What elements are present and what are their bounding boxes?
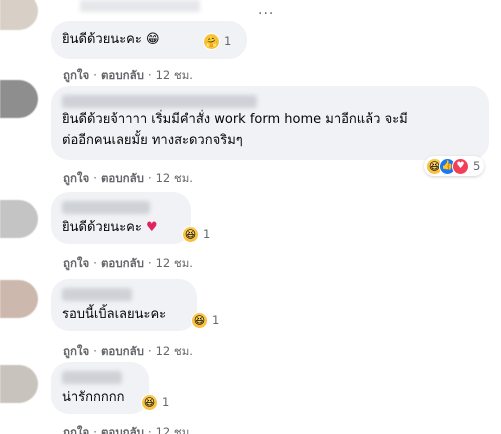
comment-bubble-1: ยินดีด้วยนะคะ 😁 🤗 1 [51, 21, 247, 59]
reply-link[interactable]: ตอบกลับ [101, 256, 144, 270]
comment-actions-1: ถูกใจ · ตอบกลับ · 12 ชม. [63, 67, 193, 85]
commenter-name-blurred[interactable] [62, 95, 257, 108]
separator-dot: · [93, 344, 97, 358]
separator-dot: · [147, 425, 152, 434]
comment-actions-2: ถูกใจ · ตอบกลับ · 12 ชม. [63, 170, 193, 188]
comment-actions-3: ถูกใจ · ตอบกลับ · 12 ชม. [63, 255, 193, 273]
reply-link[interactable]: ตอบกลับ [101, 425, 144, 434]
avatar-2[interactable] [0, 80, 38, 118]
avatar-4[interactable] [0, 280, 38, 318]
separator-dot: · [93, 256, 97, 270]
reaction-count-1: 1 [224, 34, 232, 48]
reaction-count-3: 1 [203, 227, 211, 241]
comment-text-1: ยินดีด้วยนะคะ 😁 [62, 32, 160, 47]
commenter-name-blurred[interactable] [62, 201, 150, 214]
comment-text-4: รอบนี้เบิ้ลเลยนะคะ [62, 307, 167, 322]
reply-link[interactable]: ตอบกลับ [101, 344, 144, 358]
comment-bubble-2: ยินดีด้วยจ้าาาา เริ่มมีคำสั่ง work form … [51, 86, 489, 160]
comment-actions-4: ถูกใจ · ตอบกลับ · 12 ชม. [63, 343, 193, 361]
haha-icon: 😆 [141, 393, 158, 411]
separator-dot: · [147, 171, 152, 185]
timestamp[interactable]: 12 ชม. [156, 171, 193, 185]
top-avatar[interactable] [0, 0, 38, 30]
grin-emoji: 😁 [146, 32, 160, 47]
comment-bubble-4: รอบนี้เบิ้ลเลยนะคะ 😆 1 [51, 279, 219, 331]
comment-text-3: ยินดีด้วยนะคะ ♥ [62, 220, 158, 235]
reaction-count-5: 1 [162, 395, 170, 409]
comment-actions-5: ถูกใจ · ตอบกลับ · 12 ชม. [63, 424, 193, 434]
like-link[interactable]: ถูกใจ [63, 256, 89, 270]
like-link[interactable]: ถูกใจ [63, 425, 89, 434]
haha-icon: 😆 [182, 225, 199, 243]
like-link[interactable]: ถูกใจ [63, 171, 89, 185]
timestamp[interactable]: 12 ชม. [156, 256, 193, 270]
reaction-summary-5[interactable]: 😆 1 [141, 392, 169, 412]
reply-link[interactable]: ตอบกลับ [101, 171, 144, 185]
separator-dot: · [147, 68, 152, 82]
haha-icon: 😆 [191, 311, 208, 329]
reply-link[interactable]: ตอบกลับ [101, 68, 144, 82]
more-options-icon[interactable]: ··· [258, 6, 274, 22]
commenter-name-blurred[interactable] [62, 288, 132, 301]
timestamp[interactable]: 12 ชม. [156, 344, 193, 358]
separator-dot: · [147, 256, 152, 270]
separator-dot: · [93, 171, 97, 185]
comment-bubble-5: น่ารักกกกก 😆 1 [51, 362, 169, 414]
comment-text-2-line-1: ยินดีด้วยจ้าาาา เริ่มมีคำสั่ง work form … [62, 112, 408, 127]
love-icon: ♥ [452, 157, 469, 175]
timestamp[interactable]: 12 ชม. [156, 68, 193, 82]
reaction-summary-4[interactable]: 😆 1 [191, 310, 219, 330]
comment-text-5: น่ารักกกกก [62, 390, 125, 405]
comment-text-2-line-2: ต่ออีกคนเลยมั้ย ทางสะดวกจริมๆ [62, 133, 243, 148]
reaction-count-2: 5 [473, 159, 481, 173]
like-link[interactable]: ถูกใจ [63, 344, 89, 358]
timestamp[interactable]: 12 ชม. [156, 425, 193, 434]
separator-dot: · [93, 425, 97, 434]
top-blurred-bar [80, 0, 200, 12]
avatar-5[interactable] [0, 365, 38, 403]
comment-bubble-3: ยินดีด้วยนะคะ ♥ 😆 1 [51, 192, 210, 244]
care-icon: 🤗 [203, 32, 220, 50]
reaction-count-4: 1 [212, 313, 220, 327]
separator-dot: · [147, 344, 152, 358]
reaction-summary-3[interactable]: 😆 1 [182, 224, 210, 244]
separator-dot: · [93, 68, 97, 82]
commenter-name-blurred[interactable] [62, 371, 122, 384]
heart-emoji: ♥ [146, 220, 158, 235]
avatar-3[interactable] [0, 200, 38, 238]
reaction-summary-1[interactable]: 🤗 1 [203, 31, 231, 51]
like-link[interactable]: ถูกใจ [63, 68, 89, 82]
reaction-summary-2[interactable]: 😆 👍 ♥ 5 [424, 156, 485, 176]
